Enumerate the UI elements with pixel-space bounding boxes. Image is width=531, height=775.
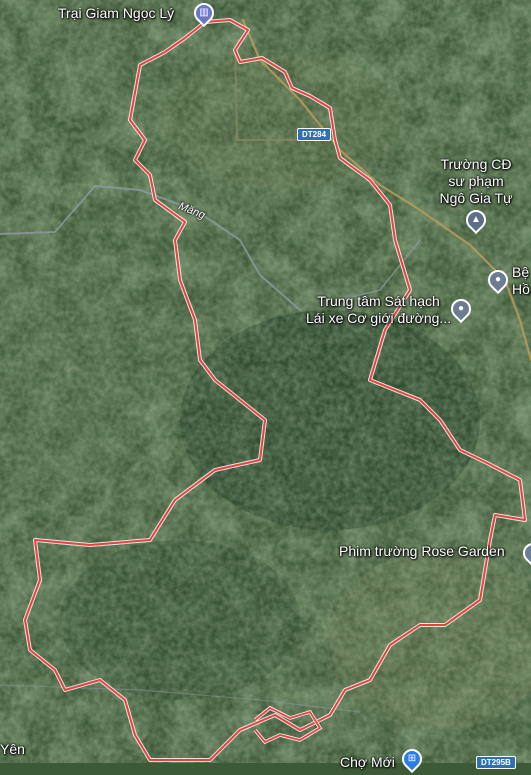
label-trai-giam[interactable]: Trại Giam Ngọc Lý [58,5,174,22]
road-shield-dt284: DT284 [297,128,332,141]
building-icon: ▥ [199,7,209,18]
graduation-cap-icon: ▲ [471,214,481,225]
pin-icon: ● [494,274,502,285]
label-trung-tam-line1: Trung tâm Sát hạch [317,293,440,309]
label-yen: Yên [0,741,25,757]
label-benh-vien-line2: Hồ [512,281,530,297]
pin-icon: ● [525,545,531,561]
satellite-map[interactable] [0,0,531,763]
pin-icon: ● [457,303,465,314]
label-trung-tam[interactable]: Trung tâm Sát hạch Lái xe Cơ giới đường.… [306,293,451,327]
label-benh-vien[interactable]: Bệ Hồ [512,264,530,298]
label-truong-cd-line1: Trường CĐ [440,156,512,172]
label-truong-cd-line2: sư phạm [448,173,504,189]
label-phim-truong[interactable]: Phim trường Rose Garden [339,543,505,560]
label-trung-tam-line2: Lái xe Cơ giới đường... [306,310,452,326]
label-truong-cd[interactable]: Trường CĐ sư phạm Ngô Gia Tự [436,156,516,207]
label-truong-cd-line3: Ngô Gia Tự [439,190,513,206]
cart-icon: ⊞ [407,753,417,764]
label-benh-vien-line1: Bệ [512,264,530,280]
